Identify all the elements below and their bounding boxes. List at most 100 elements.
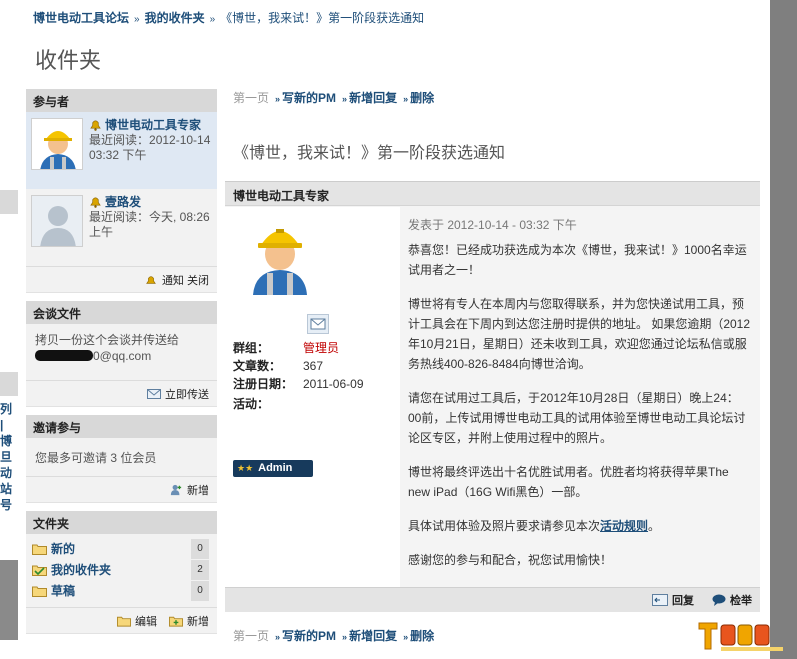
- admin-badge: ★★ Admin: [233, 460, 313, 477]
- pm-toolbar-top: 第一页» 写新的PM» 新增回复» 删除: [233, 89, 434, 106]
- activity-rules-link[interactable]: 活动规则: [600, 519, 648, 533]
- edit-folders-button[interactable]: 编辑: [135, 613, 157, 629]
- bell-icon: [146, 275, 156, 284]
- arrow-icon: »: [403, 94, 409, 104]
- breadcrumb-forum-link[interactable]: 博世电动工具论坛: [33, 11, 129, 25]
- participant-item[interactable]: 壹路发 最近阅读：今天, 08:26 上午: [26, 189, 217, 266]
- sidebar: 参与者 博世电动工具专家 最近阅读：2012-10-14 03:32 下午 壹路…: [26, 89, 217, 642]
- left-edge-strip: 列 | 博 旦 动 站 号: [0, 0, 18, 659]
- bell-icon: [90, 120, 101, 131]
- avatar[interactable]: [31, 195, 83, 247]
- conversation-header: 会谈文件: [26, 301, 217, 324]
- folder-icon: [32, 586, 47, 597]
- add-user-icon: [170, 484, 182, 495]
- posts-value: 367: [303, 359, 324, 373]
- default-user-icon: [32, 196, 82, 246]
- first-page-label: 第一页: [233, 91, 270, 105]
- author-info: 群组： 管理员 文章数： 367 注册日期： 2011-06-09 活动：: [233, 340, 398, 414]
- left-edge-char: 动: [0, 466, 13, 480]
- redacted-email: [35, 350, 93, 361]
- arrow-icon: »: [275, 632, 281, 642]
- delete-link[interactable]: 删除: [410, 91, 434, 105]
- left-edge-block: [0, 560, 18, 640]
- arrow-icon: »: [342, 632, 348, 642]
- delete-link[interactable]: 删除: [410, 629, 434, 643]
- folder-item-new[interactable]: 新的 0: [26, 538, 217, 559]
- folder-list: 新的 0 我的收件夹 2 草稿 0: [26, 534, 217, 607]
- reply-button[interactable]: 回复: [652, 592, 694, 608]
- left-edge-char: 旦: [0, 450, 13, 464]
- new-pm-link[interactable]: 写新的PM: [282, 629, 336, 643]
- group-value: 管理员: [303, 341, 340, 355]
- worker-avatar-icon: [32, 119, 82, 169]
- participant-name-link[interactable]: 壹路发: [105, 195, 141, 209]
- breadcrumb-separator: »: [134, 14, 140, 25]
- folder-count: 0: [191, 538, 209, 559]
- participants-panel: 参与者 博世电动工具专家 最近阅读：2012-10-14 03:32 下午 壹路…: [26, 89, 217, 293]
- add-participant-button[interactable]: 新增: [187, 482, 209, 498]
- post-author-header: 博世电动工具专家: [225, 182, 760, 206]
- envelope-icon: [310, 318, 326, 330]
- edit-folder-icon: [117, 616, 131, 627]
- send-now-button[interactable]: 立即传送: [165, 386, 209, 402]
- add-folder-icon: [169, 616, 183, 627]
- message-post: 博世电动工具专家 群组： 管理员 文章数： 367 注册日期： 2011-06-09 …: [225, 181, 760, 612]
- left-edge-block: [0, 372, 18, 396]
- participant-name-link[interactable]: 博世电动工具专家: [105, 118, 201, 132]
- post-body: 发表于 2012-10-14 - 03:32 下午 恭喜您！已经成功获选成为本次…: [400, 207, 760, 587]
- left-edge-char: 号: [0, 498, 13, 512]
- speech-bubble-icon: [712, 594, 726, 606]
- message-subject: 《博世，我来试！》第一阶段获选通知: [233, 143, 506, 162]
- invite-text: 您最多可邀请 3 位会员: [35, 451, 157, 465]
- reply-label: 回复: [672, 595, 694, 607]
- right-gray-band: [770, 0, 797, 659]
- posts-label: 文章数：: [233, 359, 282, 373]
- participants-header: 参与者: [26, 89, 217, 112]
- reply-icon: [652, 594, 668, 606]
- folder-item-inbox[interactable]: 我的收件夹 2: [26, 559, 217, 580]
- breadcrumb-inbox-link[interactable]: 我的收件夹: [145, 11, 205, 25]
- conversation-text: 拷贝一份这个会谈并传送给: [35, 333, 180, 347]
- rules-suffix: 。: [648, 519, 661, 533]
- add-folder-button[interactable]: 新增: [187, 613, 209, 629]
- author-sidebar: 群组： 管理员 文章数： 367 注册日期： 2011-06-09 活动： ★★ Adm…: [225, 207, 400, 587]
- post-paragraph: 博世将最终评选出十名优胜试用者。优胜者均将获得苹果The new iPad（16…: [408, 465, 729, 499]
- bell-icon: [90, 197, 101, 208]
- participant-info: 博世电动工具专家 最近阅读：2012-10-14 03:32 下午: [89, 118, 212, 183]
- arrow-icon: »: [403, 632, 409, 642]
- folder-label: 新的: [51, 542, 76, 556]
- post-timestamp: 发表于 2012-10-14 - 03:32 下午: [408, 218, 577, 232]
- group-label: 群组：: [233, 341, 270, 355]
- add-reply-link[interactable]: 新增回复: [349, 629, 397, 643]
- first-page-label: 第一页: [233, 629, 270, 643]
- last-read-label: 最近阅读：: [89, 133, 150, 147]
- send-pm-button[interactable]: [307, 314, 329, 334]
- post-paragraph: 博世将有专人在本周内与您取得联系，并为您快递试用工具，预计工具会在下周内到达您注…: [408, 297, 751, 371]
- last-read-label: 最近阅读：: [89, 210, 150, 224]
- post-footer: 回复 检举: [225, 587, 760, 612]
- left-edge-char: |: [0, 418, 4, 432]
- worker-avatar-icon[interactable]: [245, 215, 315, 295]
- left-edge-char: 列: [0, 402, 13, 416]
- folder-count: 2: [191, 559, 209, 580]
- breadcrumb: 博世电动工具论坛 » 我的收件夹 » 《博世，我来试！》第一阶段获选通知: [33, 9, 424, 26]
- avatar[interactable]: [31, 118, 83, 170]
- rules-prefix: 具体试用体验及照片要求请参见本次: [408, 519, 601, 533]
- breadcrumb-separator: »: [209, 14, 216, 25]
- report-label: 检举: [730, 595, 752, 607]
- invite-panel: 邀请参与 您最多可邀请 3 位会员 新增: [26, 415, 217, 503]
- report-button[interactable]: 检举: [712, 592, 752, 608]
- folder-label: 我的收件夹: [51, 563, 112, 577]
- folders-footer: 编辑 新增: [26, 607, 217, 633]
- conversation-body: 拷贝一份这个会谈并传送给 0@qq.com: [26, 324, 217, 380]
- folder-item-drafts[interactable]: 草稿 0: [26, 580, 217, 601]
- post-paragraph: 请您在试用过工具后，于2012年10月28日（星期日）晚上24：00前，上传试用…: [408, 391, 746, 445]
- participant-info: 壹路发 最近阅读：今天, 08:26 上午: [89, 195, 212, 260]
- participants-footer: 通知 关闭: [26, 266, 217, 292]
- site-watermark-logo: [698, 622, 783, 651]
- add-reply-link[interactable]: 新增回复: [349, 91, 397, 105]
- post-closing: 感谢您的参与和配合，祝您试用愉快！: [408, 553, 613, 567]
- new-pm-link[interactable]: 写新的PM: [282, 91, 336, 105]
- participant-item[interactable]: 博世电动工具专家 最近阅读：2012-10-14 03:32 下午: [26, 112, 217, 189]
- notify-off-button[interactable]: 通知 关闭: [162, 272, 209, 288]
